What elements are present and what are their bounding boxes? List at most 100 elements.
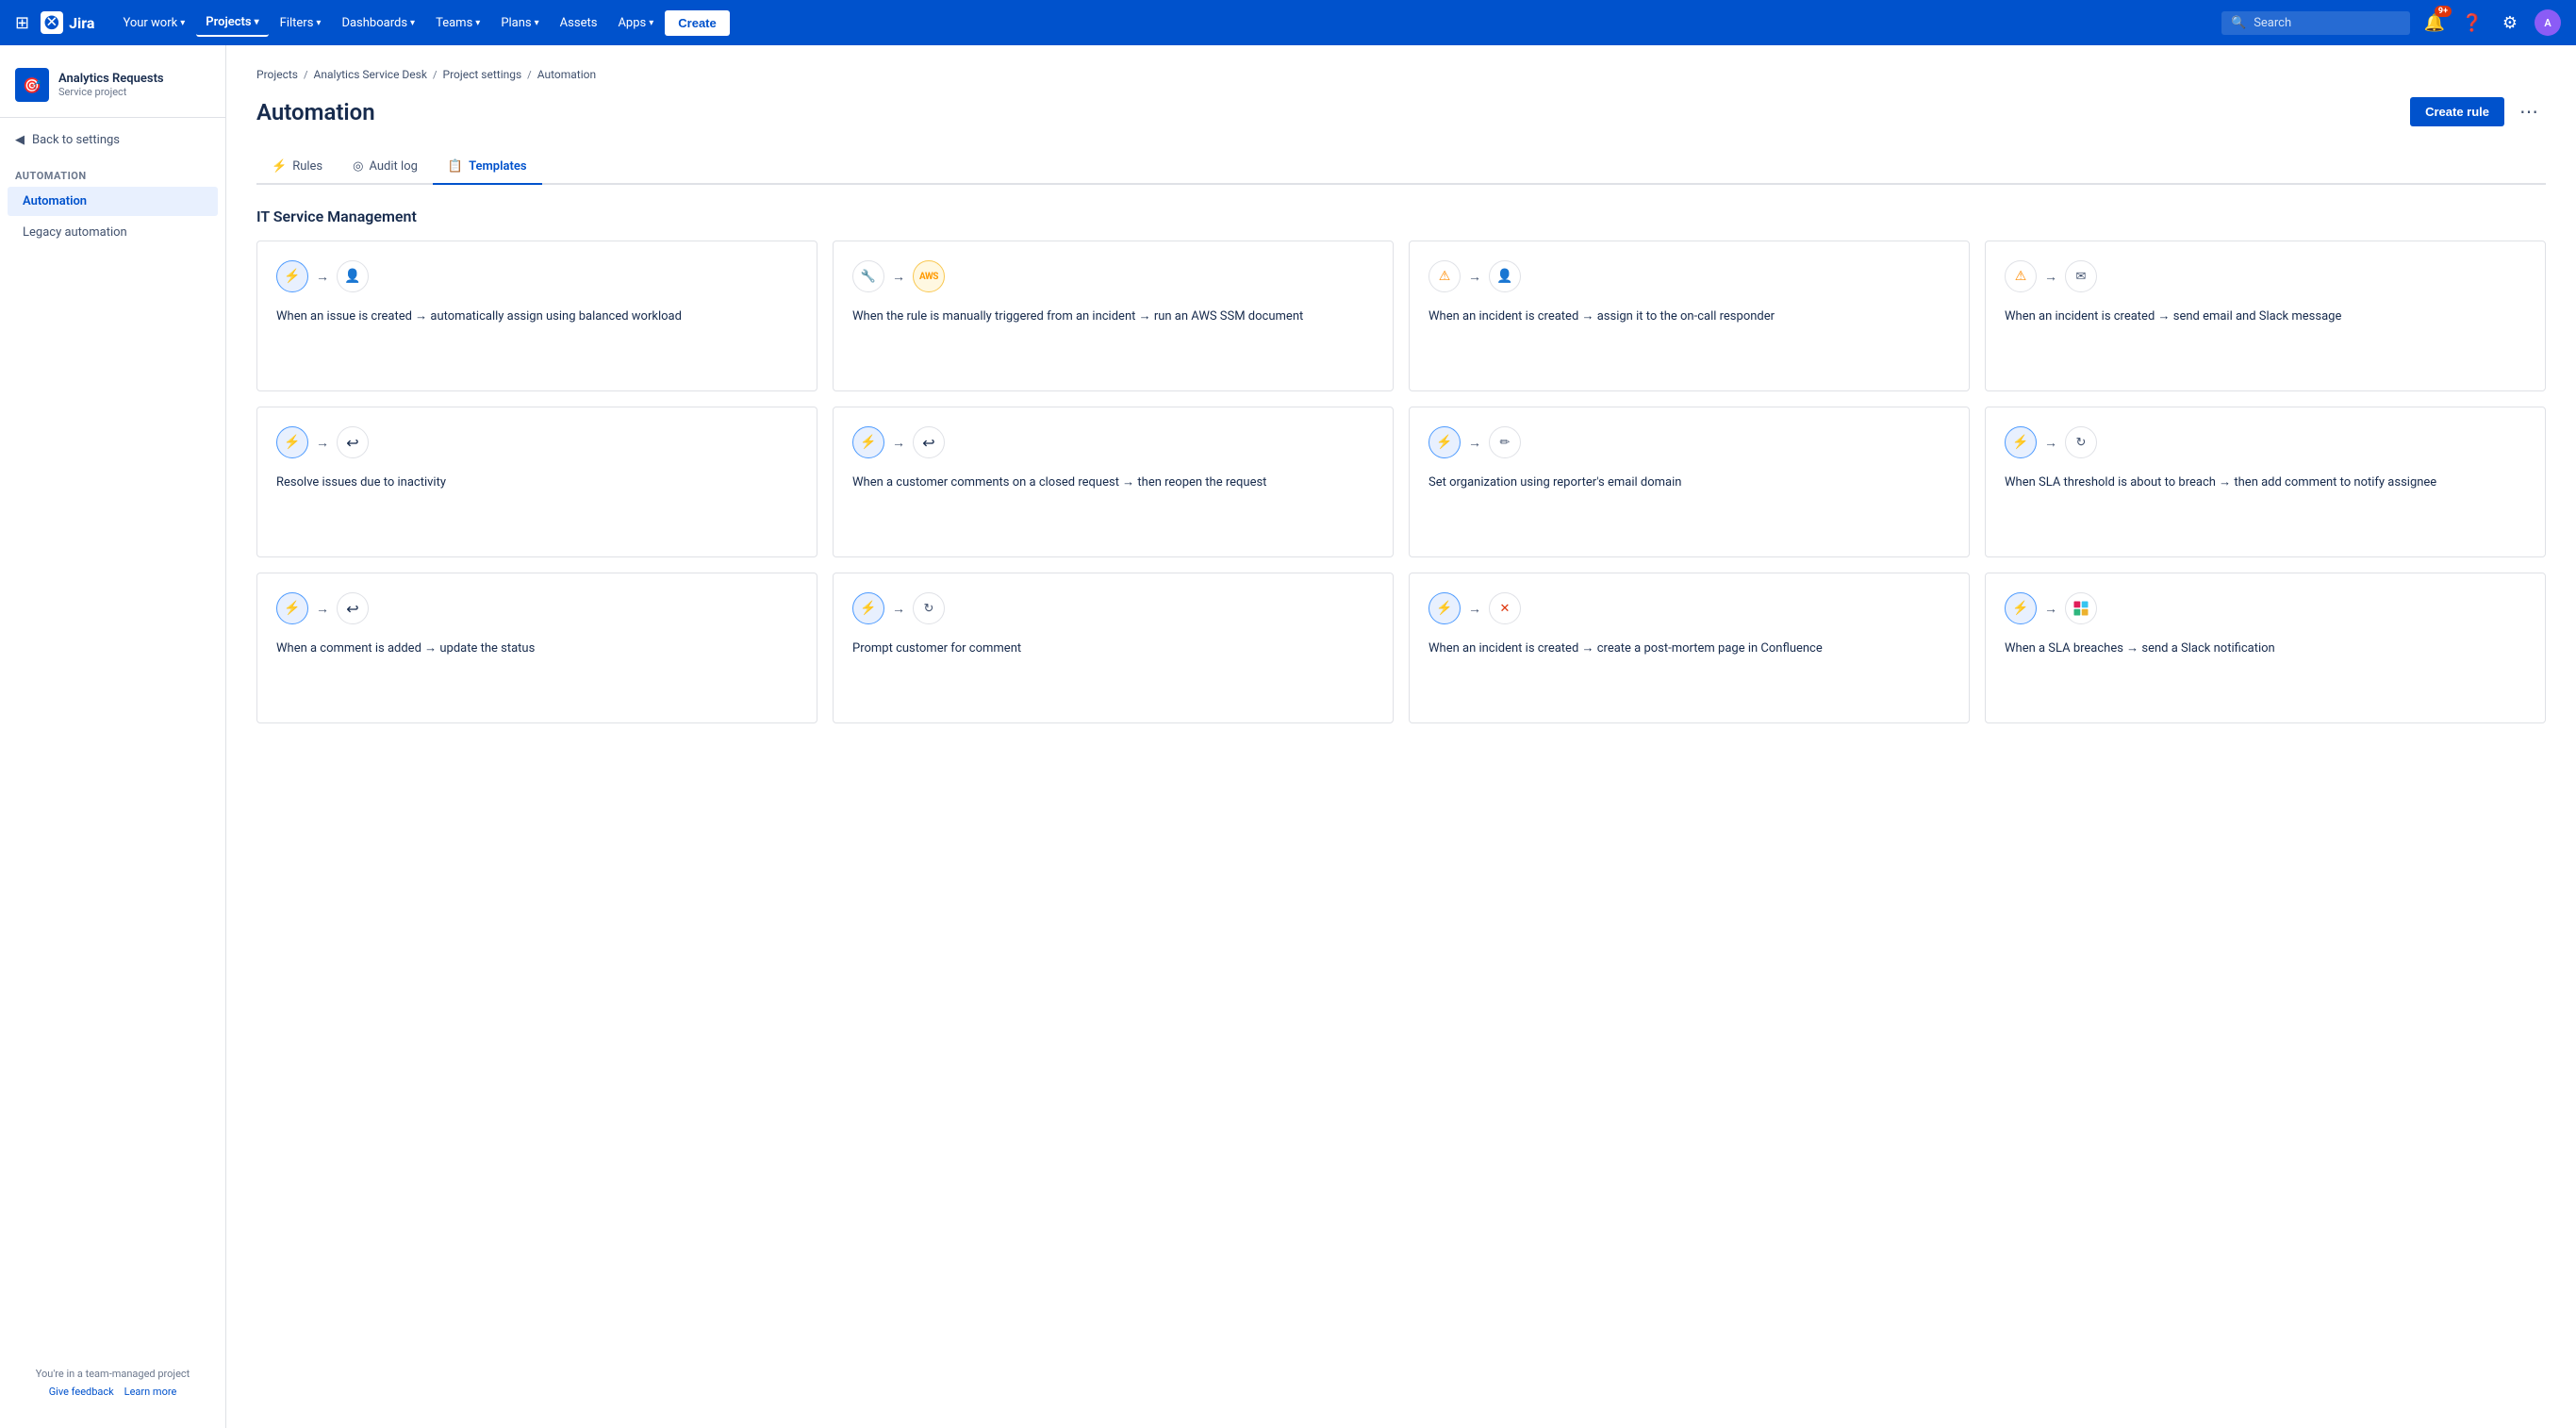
- page-header: Automation Create rule ⋯: [256, 96, 2546, 127]
- learn-more-link[interactable]: Learn more: [124, 1386, 177, 1398]
- sidebar-project: 🎯 Analytics Requests Service project: [0, 60, 225, 118]
- template-card-1[interactable]: 🔧 → AWS When the rule is manually trigge…: [833, 241, 1394, 391]
- nav-projects[interactable]: Projects▾: [196, 9, 268, 37]
- action-icon-5: ↩: [913, 426, 945, 458]
- layout: 🎯 Analytics Requests Service project ◀ B…: [0, 45, 2576, 1428]
- breadcrumb-sep-2: /: [433, 69, 438, 81]
- trigger-icon-1: 🔧: [852, 260, 884, 292]
- template-card-2[interactable]: ⚠ → 👤 When an incident is created → assi…: [1409, 241, 1970, 391]
- card-icons-9: ⚡ → ↻: [852, 592, 1374, 624]
- card-text-5: When a customer comments on a closed req…: [852, 473, 1374, 538]
- template-card-11[interactable]: ⚡ → When a SLA breaches → send a Slack n…: [1985, 573, 2546, 723]
- project-icon: 🎯: [15, 68, 49, 102]
- trigger-icon-9: ⚡: [852, 592, 884, 624]
- logo-text: Jira: [69, 14, 94, 32]
- trigger-icon-6: ⚡: [1428, 426, 1461, 458]
- notifications-button[interactable]: 🔔 9+: [2421, 9, 2448, 36]
- tab-audit-log[interactable]: ◎ Audit log: [338, 150, 433, 185]
- breadcrumb: Projects / Analytics Service Desk / Proj…: [256, 68, 2546, 81]
- breadcrumb-sep-1: /: [304, 69, 308, 81]
- card-text-3: When an incident is created → send email…: [2005, 307, 2526, 372]
- tabs: ⚡ Rules ◎ Audit log 📋 Templates: [256, 150, 2546, 185]
- action-icon-2: 👤: [1489, 260, 1521, 292]
- trigger-icon-8: ⚡: [276, 592, 308, 624]
- card-text-2: When an incident is created → assign it …: [1428, 307, 1950, 372]
- back-icon: ◀: [15, 133, 25, 147]
- search-icon: 🔍: [2231, 16, 2246, 30]
- nav-assets[interactable]: Assets: [551, 10, 607, 36]
- page-header-actions: Create rule ⋯: [2410, 96, 2546, 127]
- topnav: ⊞ Jira Your work▾ Projects▾ Filters▾ Das…: [0, 0, 2576, 45]
- card-text-4: Resolve issues due to inactivity: [276, 473, 798, 538]
- template-card-6[interactable]: ⚡ → ✏ Set organization using reporter's …: [1409, 407, 1970, 557]
- main-content: Projects / Analytics Service Desk / Proj…: [226, 45, 2576, 1428]
- templates-icon: 📋: [448, 159, 463, 174]
- breadcrumb-automation: Automation: [537, 68, 596, 81]
- action-icon-6: ✏: [1489, 426, 1521, 458]
- breadcrumb-sep-3: /: [527, 69, 532, 81]
- action-icon-8: ↩: [337, 592, 369, 624]
- sidebar-item-automation[interactable]: Automation: [8, 187, 218, 216]
- back-to-settings[interactable]: ◀ Back to settings: [0, 125, 225, 155]
- top-nav-items: Your work▾ Projects▾ Filters▾ Dashboards…: [113, 9, 2214, 37]
- template-card-3[interactable]: ⚠ → ✉ When an incident is created → send…: [1985, 241, 2546, 391]
- template-card-7[interactable]: ⚡ → ↻ When SLA threshold is about to bre…: [1985, 407, 2546, 557]
- sidebar-item-legacy-automation[interactable]: Legacy automation: [8, 218, 218, 247]
- tab-rules[interactable]: ⚡ Rules: [256, 150, 338, 185]
- breadcrumb-projects[interactable]: Projects: [256, 68, 298, 81]
- card-icons-7: ⚡ → ↻: [2005, 426, 2526, 458]
- feedback-link[interactable]: Give feedback: [49, 1386, 114, 1398]
- chevron-icon: ▾: [316, 18, 321, 28]
- avatar[interactable]: A: [2535, 9, 2561, 36]
- action-icon-11: [2065, 592, 2097, 624]
- nav-apps[interactable]: Apps▾: [608, 10, 663, 36]
- card-text-6: Set organization using reporter's email …: [1428, 473, 1950, 538]
- help-button[interactable]: ❓: [2459, 9, 2485, 36]
- template-card-0[interactable]: ⚡ → 👤 When an issue is created → automat…: [256, 241, 817, 391]
- card-icons-2: ⚠ → 👤: [1428, 260, 1950, 292]
- action-icon-3: ✉: [2065, 260, 2097, 292]
- template-card-8[interactable]: ⚡ → ↩ When a comment is added → update t…: [256, 573, 817, 723]
- template-card-10[interactable]: ⚡ → ✕ When an incident is created → crea…: [1409, 573, 1970, 723]
- template-card-5[interactable]: ⚡ → ↩ When a customer comments on a clos…: [833, 407, 1394, 557]
- card-icons-10: ⚡ → ✕: [1428, 592, 1950, 624]
- sidebar-section-automation: AUTOMATION: [0, 162, 225, 186]
- card-text-9: Prompt customer for comment: [852, 639, 1374, 704]
- create-button[interactable]: Create: [665, 10, 729, 36]
- card-text-0: When an issue is created → automatically…: [276, 307, 798, 372]
- create-rule-button[interactable]: Create rule: [2410, 97, 2504, 126]
- template-card-4[interactable]: ⚡ → ↩ Resolve issues due to inactivity: [256, 407, 817, 557]
- action-icon-9: ↻: [913, 592, 945, 624]
- section-title: IT Service Management: [256, 208, 2546, 225]
- search-box[interactable]: 🔍 Search: [2221, 11, 2410, 35]
- card-icons-6: ⚡ → ✏: [1428, 426, 1950, 458]
- card-icons-1: 🔧 → AWS: [852, 260, 1374, 292]
- chevron-icon: ▾: [255, 17, 259, 27]
- nav-your-work[interactable]: Your work▾: [113, 10, 194, 36]
- template-card-9[interactable]: ⚡ → ↻ Prompt customer for comment: [833, 573, 1394, 723]
- project-name: Analytics Requests: [58, 72, 164, 86]
- grid-icon[interactable]: ⊞: [15, 13, 29, 33]
- nav-teams[interactable]: Teams▾: [426, 10, 489, 36]
- nav-plans[interactable]: Plans▾: [491, 10, 548, 36]
- sidebar: 🎯 Analytics Requests Service project ◀ B…: [0, 45, 226, 1428]
- card-icons-0: ⚡ → 👤: [276, 260, 798, 292]
- tab-templates[interactable]: 📋 Templates: [433, 150, 542, 185]
- more-options-button[interactable]: ⋯: [2512, 96, 2546, 127]
- trigger-icon-7: ⚡: [2005, 426, 2037, 458]
- topnav-right: 🔍 Search 🔔 9+ ❓ ⚙ A: [2221, 9, 2561, 36]
- trigger-icon-4: ⚡: [276, 426, 308, 458]
- page-title: Automation: [256, 99, 375, 125]
- logo[interactable]: Jira: [41, 11, 94, 34]
- breadcrumb-project-settings[interactable]: Project settings: [443, 68, 522, 81]
- trigger-icon-11: ⚡: [2005, 592, 2037, 624]
- card-icons-5: ⚡ → ↩: [852, 426, 1374, 458]
- breadcrumb-service-desk[interactable]: Analytics Service Desk: [314, 68, 427, 81]
- notification-badge: 9+: [2435, 6, 2452, 17]
- card-text-1: When the rule is manually triggered from…: [852, 307, 1374, 372]
- nav-filters[interactable]: Filters▾: [271, 10, 331, 36]
- nav-dashboards[interactable]: Dashboards▾: [332, 10, 424, 36]
- settings-button[interactable]: ⚙: [2497, 9, 2523, 36]
- chevron-icon: ▾: [410, 18, 415, 28]
- card-icons-11: ⚡ →: [2005, 592, 2526, 624]
